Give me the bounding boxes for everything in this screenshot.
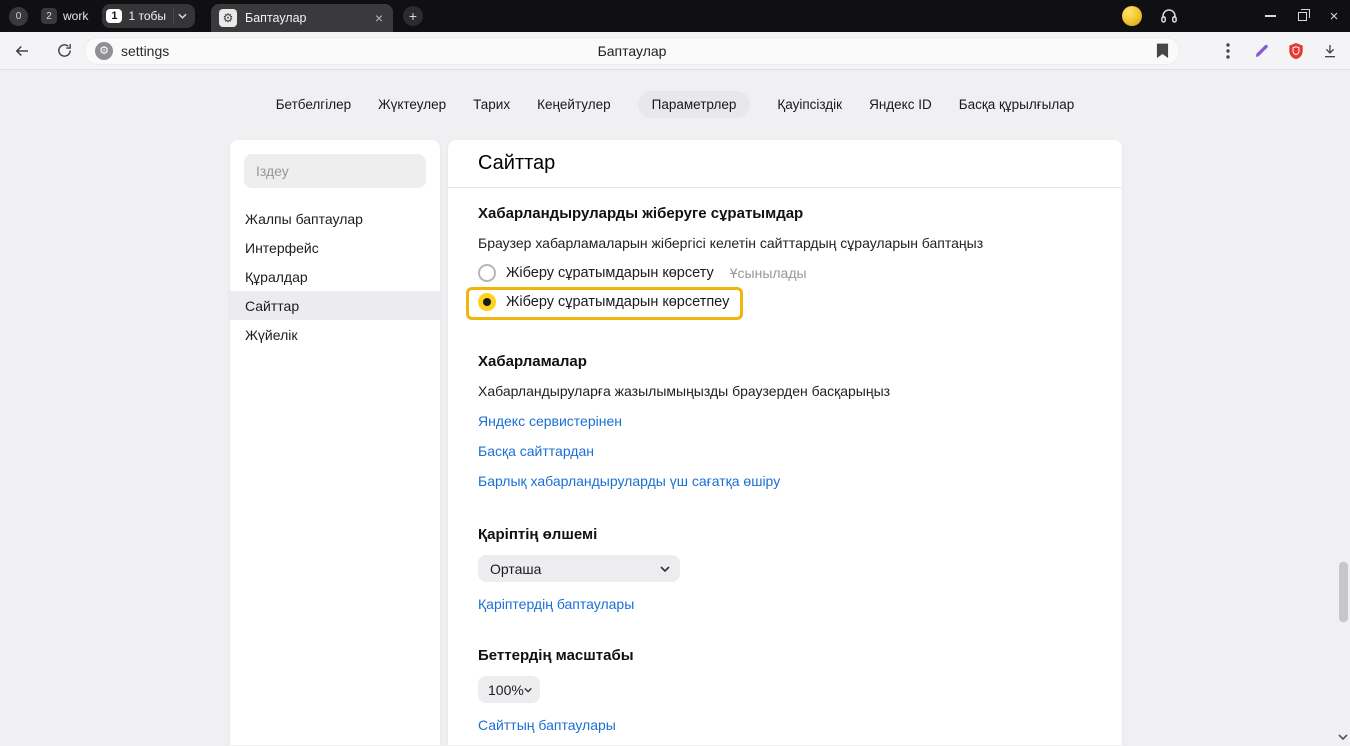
page-title: Сайттар xyxy=(448,140,1122,188)
nav-tab-security[interactable]: Қауіпсіздік xyxy=(777,91,842,118)
sidebar-item-interface[interactable]: Интерфейс xyxy=(230,233,440,262)
tab-title: Баптаулар xyxy=(245,11,373,25)
sidebar-search[interactable] xyxy=(244,154,426,188)
tab-settings[interactable]: ⚙ Баптаулар × xyxy=(211,4,393,32)
page-zoom-select[interactable]: 100% xyxy=(478,676,540,703)
download-icon[interactable] xyxy=(1316,37,1344,65)
link-other-sites[interactable]: Басқа сайттардан xyxy=(478,443,594,459)
restore-icon xyxy=(1298,12,1307,21)
page-scrollbar[interactable] xyxy=(1336,70,1350,745)
protect-shield-icon[interactable] xyxy=(1282,37,1310,65)
radio-unselected-icon[interactable] xyxy=(478,264,496,282)
address-text: settings xyxy=(121,43,169,59)
page-zoom-select-value: 100% xyxy=(488,682,524,698)
scrollbar-thumb[interactable] xyxy=(1339,562,1348,622)
tab-group-count-badge: 1 xyxy=(106,9,122,23)
scroll-down-icon[interactable] xyxy=(1337,731,1349,743)
minimize-button[interactable] xyxy=(1254,0,1286,32)
tabbar-right-controls: × xyxy=(1122,0,1350,32)
sidebar-item-tools[interactable]: Құралдар xyxy=(230,262,440,291)
tab-group-zero[interactable]: 0 xyxy=(9,7,28,26)
settings-main-panel: Сайттар Хабарландыруларды жіберуге сұрат… xyxy=(448,140,1122,745)
tab-strip: 0 2 work 1 1 тобы ⚙ Баптаулар × + × xyxy=(0,0,1350,32)
tab-group-zero-count: 0 xyxy=(16,11,22,22)
minimize-icon xyxy=(1265,15,1276,17)
back-button[interactable] xyxy=(8,37,36,65)
nav-tab-other-devices[interactable]: Басқа құрылғылар xyxy=(959,91,1075,118)
chevron-down-icon xyxy=(660,566,670,572)
radio-option-hide-requests[interactable]: Жіберу сұратымдарын көрсетпеу xyxy=(478,293,729,311)
profile-avatar[interactable] xyxy=(1122,6,1142,26)
voice-assistant-icon[interactable] xyxy=(1160,7,1178,25)
link-mute-all-notifications[interactable]: Барлық хабарландыруларды үш сағатқа өшір… xyxy=(478,473,780,489)
section-heading-notifications: Хабарламалар xyxy=(478,353,1092,370)
tab-group-work[interactable]: 2 work xyxy=(41,8,88,24)
tab-group-name: 1 тобы xyxy=(128,9,166,23)
settings-sidebar: Жалпы баптаулар Интерфейс Құралдар Сайтт… xyxy=(230,140,440,745)
chevron-down-icon[interactable] xyxy=(173,8,191,24)
push-requests-description: Браузер хабарламаларын жібергісі келетін… xyxy=(478,235,1092,251)
radio-option-label: Жіберу сұратымдарын көрсету xyxy=(506,265,714,281)
browser-toolbar: ⚙ settings Баптаулар xyxy=(0,32,1350,70)
font-size-select[interactable]: Орташа xyxy=(478,555,680,582)
chevron-down-icon xyxy=(524,687,532,693)
radio-option-label: Жіберу сұратымдарын көрсетпеу xyxy=(506,294,729,310)
nav-tab-settings[interactable]: Параметрлер xyxy=(638,91,751,118)
close-tab-icon[interactable]: × xyxy=(373,10,385,26)
settings-nav-tabs: Бетбелгілер Жүктеулер Тарих Кеңейтулер П… xyxy=(0,91,1350,118)
section-heading-push-requests: Хабарландыруларды жіберуге сұратымдар xyxy=(478,205,1092,222)
sidebar-item-sites[interactable]: Сайттар xyxy=(230,291,440,320)
section-heading-page-zoom: Беттердің масштабы xyxy=(478,647,1092,664)
bookmark-icon[interactable] xyxy=(1156,43,1169,64)
radio-option-show-requests[interactable]: Жіберу сұратымдарын көрсету Ұсынылады xyxy=(478,264,1092,282)
tab-group-count-badge: 2 xyxy=(41,8,57,24)
notifications-description: Хабарландыруларға жазылымыңызды браузерд… xyxy=(478,383,1092,399)
link-site-settings[interactable]: Сайттың баптаулары xyxy=(478,717,616,733)
sidebar-item-system[interactable]: Жүйелік xyxy=(230,320,440,349)
new-tab-button[interactable]: + xyxy=(403,6,423,26)
section-heading-font-size: Қаріптің өлшемі xyxy=(478,526,1092,543)
nav-tab-downloads[interactable]: Жүктеулер xyxy=(378,91,446,118)
address-bar[interactable]: ⚙ settings Баптаулар xyxy=(84,37,1180,65)
tab-group-current[interactable]: 1 1 тобы xyxy=(102,4,195,28)
toolbar-right-icons xyxy=(1214,32,1344,70)
menu-icon[interactable] xyxy=(1224,10,1240,22)
font-size-select-value: Орташа xyxy=(490,561,541,577)
recommended-hint: Ұсынылады xyxy=(730,265,807,281)
link-font-settings[interactable]: Қаріптердің баптаулары xyxy=(478,596,634,612)
nav-tab-yandex-id[interactable]: Яндекс ID xyxy=(869,91,932,118)
kebab-menu-icon[interactable] xyxy=(1214,37,1242,65)
nav-tab-history[interactable]: Тарих xyxy=(473,91,510,118)
page-title-center: Баптаулар xyxy=(85,43,1179,59)
sidebar-item-general[interactable]: Жалпы баптаулар xyxy=(230,204,440,233)
search-input[interactable] xyxy=(256,163,414,179)
nav-tab-extensions[interactable]: Кеңейтулер xyxy=(537,91,611,118)
site-favicon: ⚙ xyxy=(95,42,113,60)
gear-icon: ⚙ xyxy=(219,9,237,27)
restore-button[interactable] xyxy=(1286,0,1318,32)
tab-group-name: work xyxy=(63,9,88,23)
annotation-highlight-box: Жіберу сұратымдарын көрсетпеу xyxy=(466,287,743,320)
link-yandex-services[interactable]: Яндекс сервистерінен xyxy=(478,413,622,429)
settings-page: Бетбелгілер Жүктеулер Тарих Кеңейтулер П… xyxy=(0,70,1350,745)
radio-selected-icon[interactable] xyxy=(478,293,496,311)
close-window-button[interactable]: × xyxy=(1318,0,1350,32)
refresh-button[interactable] xyxy=(50,37,78,65)
nav-tab-bookmarks[interactable]: Бетбелгілер xyxy=(276,91,351,118)
pen-edit-icon[interactable] xyxy=(1248,37,1276,65)
